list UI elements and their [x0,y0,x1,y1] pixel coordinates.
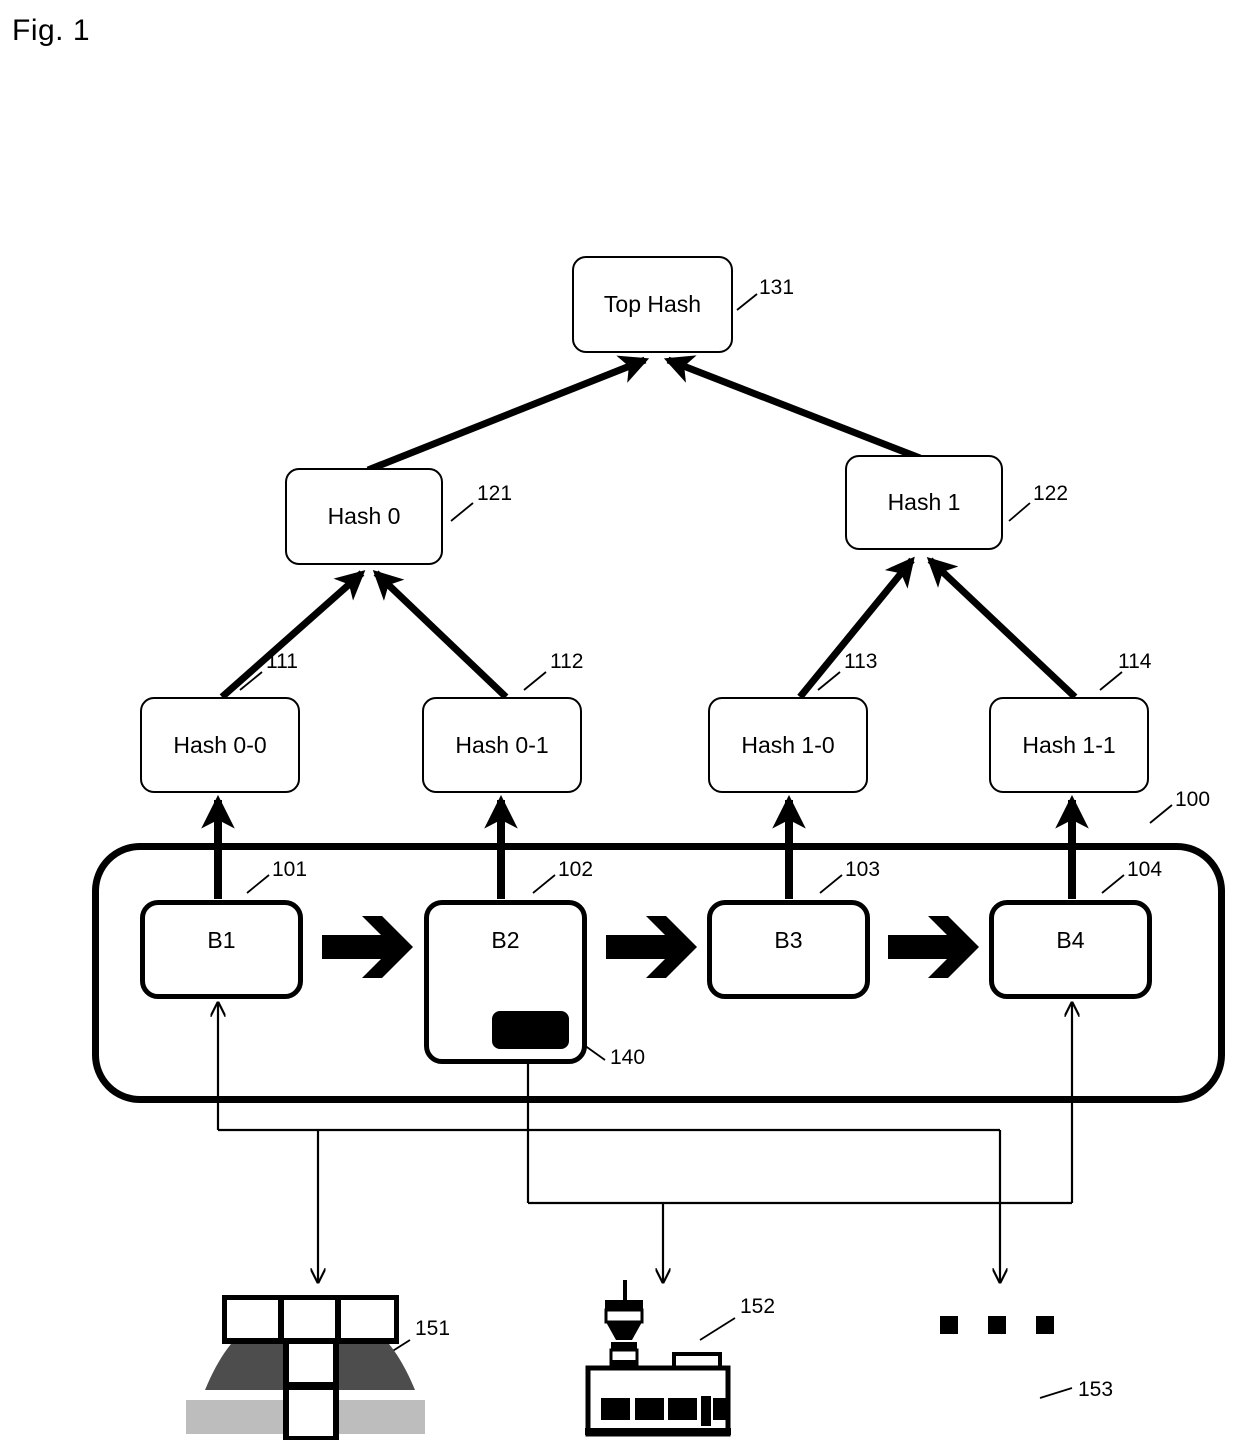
ellipsis-dot [940,1316,958,1334]
block-payload-data[interactable] [492,1011,569,1049]
ref-152: 152 [740,1295,776,1318]
block-b2[interactable]: B2 [424,900,587,1064]
tree-leaf-hash-0-1[interactable]: Hash 0-1 [422,697,582,793]
ref-113: 113 [844,650,878,673]
block-b1[interactable]: B1 [140,900,303,999]
tree-leaf-hash-1-0[interactable]: Hash 1-0 [708,697,868,793]
tree-node-hash-0[interactable]: Hash 0 [285,468,443,565]
tree-edges [219,556,1078,700]
block-label: B4 [1056,927,1085,953]
block-b3[interactable]: B3 [707,900,870,999]
tree-node-label: Hash 0 [327,503,401,529]
block-label: B3 [774,927,803,953]
tree-node-label: Top Hash [603,291,702,317]
tree-leaf-hash-1-1[interactable]: Hash 1-1 [989,697,1149,793]
ref-122: 122 [1033,482,1069,505]
ref-151: 151 [415,1317,451,1340]
block-label: B2 [491,927,520,953]
block-label: B1 [207,927,236,953]
ref-101: 101 [272,858,308,881]
tree-node-label: Hash 0-1 [455,731,549,758]
ref-112: 112 [550,650,584,673]
ref-100: 100 [1175,788,1211,811]
block-b4[interactable]: B4 [989,900,1152,999]
tree-node-top-hash[interactable]: Top Hash [572,256,733,353]
tree-leaf-hash-0-0[interactable]: Hash 0-0 [140,697,300,793]
ellipsis-dot [988,1316,1006,1334]
ref-121: 121 [477,482,513,505]
tree-node-hash-1[interactable]: Hash 1 [845,455,1003,550]
tree-node-label: Hash 1-0 [741,731,835,758]
ref-140: 140 [610,1046,646,1069]
ellipsis-dot [1036,1316,1054,1334]
tree-node-label: Hash 1-1 [1022,731,1116,758]
ref-131: 131 [759,276,795,299]
solar-panel-icon [186,1295,425,1440]
ref-114: 114 [1118,650,1152,673]
factory-plant-icon [585,1280,731,1437]
ref-111: 111 [266,650,298,673]
ref-102: 102 [558,858,594,881]
tree-node-label: Hash 0-0 [173,731,267,758]
tree-edges-root [366,355,922,474]
ref-104: 104 [1127,858,1163,881]
ref-103: 103 [845,858,881,881]
tree-node-label: Hash 1 [887,489,961,515]
ref-153: 153 [1078,1378,1114,1401]
